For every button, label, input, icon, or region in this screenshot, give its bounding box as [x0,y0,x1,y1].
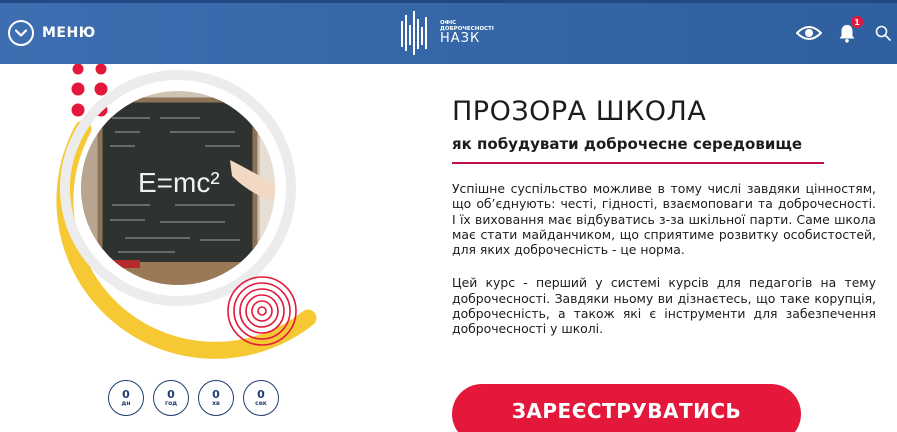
countdown-seconds: 0 сек [243,380,279,416]
countdown-timer: 0 дн 0 год 0 хв 0 сек [108,380,288,416]
countdown-value: 0 [122,387,130,401]
chalkboard-formula: E=mc² [138,167,220,198]
countdown-hours: 0 год [153,380,189,416]
nazk-logo[interactable]: ОФІС ДОБРОЧЕСНОСТІ НАЗК [400,9,520,57]
menu-button[interactable]: МЕНЮ [8,20,96,46]
countdown-minutes: 0 хв [198,380,234,416]
countdown-value: 0 [212,387,220,401]
course-title: ПРОЗОРА ШКОЛА [452,96,707,127]
title-divider [452,162,824,164]
chevron-down-icon [8,20,34,46]
description-paragraph-2: Цей курс - перший у системі курсів для п… [452,275,876,337]
menu-label: МЕНЮ [42,25,96,41]
countdown-unit: хв [212,399,220,407]
countdown-value: 0 [257,387,265,401]
logo-nazk: НАЗК [440,31,481,46]
logo-bars-icon [401,11,427,55]
hero-illustration: E=mc² [56,64,317,359]
eye-icon[interactable] [796,22,822,44]
logo-text: ОФІС ДОБРОЧЕСНОСТІ НАЗК [440,20,494,46]
register-button[interactable]: ЗАРЕЄСТРУВАТИСЬ [452,384,801,432]
countdown-value: 0 [167,387,175,401]
course-description: ПРОЗОРА ШКОЛА як побудувати доброчесне с… [452,96,876,337]
bell-icon[interactable]: 1 [836,16,863,44]
course-subtitle: як побудувати доброчесне середовище [452,135,803,153]
header-top-line [0,0,897,3]
search-icon[interactable] [872,22,894,44]
top-navigation-bar: МЕНЮ ОФІС ДОБРОЧЕСНОСТІ НАЗК 1 [0,0,897,64]
notification-badge: 1 [851,16,863,28]
countdown-unit: год [164,399,178,407]
countdown-unit: сек [255,399,267,407]
countdown-days: 0 дн [108,380,144,416]
description-paragraph-1: Успішне суспільство можливе в тому числі… [452,181,876,258]
countdown-unit: дн [121,399,131,407]
